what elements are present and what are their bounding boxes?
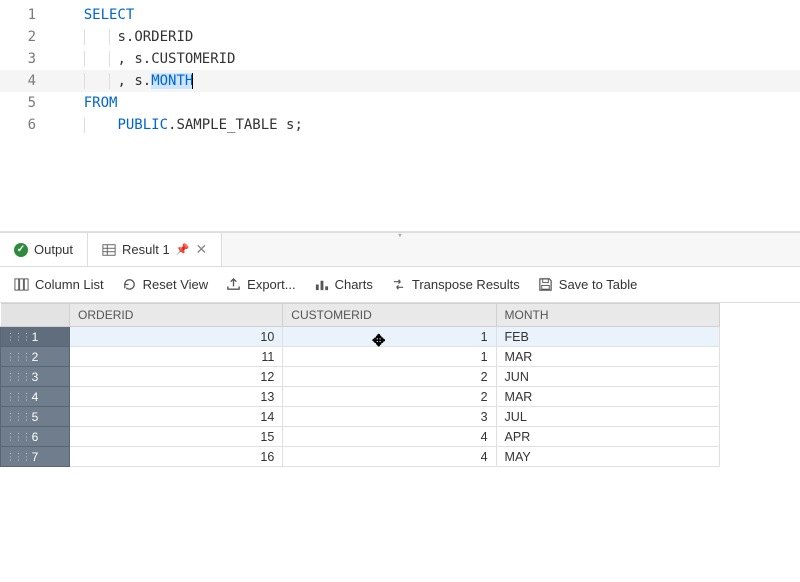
code-content[interactable]: SELECT (50, 4, 800, 26)
charts-button[interactable]: Charts (314, 277, 373, 292)
code-content[interactable]: s.ORDERID (50, 26, 800, 48)
cell-month[interactable]: FEB (496, 327, 719, 347)
cell-month[interactable]: APR (496, 427, 719, 447)
cell-customerid[interactable]: 2 (283, 387, 496, 407)
row-header[interactable]: ⋮⋮⋮6 (1, 427, 70, 447)
table-row[interactable]: ⋮⋮⋮7164MAY (1, 447, 720, 467)
result-grid-wrapper[interactable]: ORDERID CUSTOMERID MONTH ⋮⋮⋮1101FEB⋮⋮⋮21… (0, 303, 800, 582)
column-header-month[interactable]: MONTH (496, 304, 719, 327)
pin-icon[interactable]: 📌 (176, 243, 190, 256)
success-status-icon: ✓ (14, 243, 28, 257)
code-content[interactable]: , s.MONTH (50, 70, 800, 92)
save-to-table-button[interactable]: Save to Table (538, 277, 638, 292)
cell-month[interactable]: MAR (496, 347, 719, 367)
row-header[interactable]: ⋮⋮⋮7 (1, 447, 70, 467)
code-line[interactable]: 4 , s.MONTH (0, 70, 800, 92)
cell-customerid[interactable]: 1 (283, 347, 496, 367)
cell-orderid[interactable]: 16 (70, 447, 283, 467)
cell-month[interactable]: JUN (496, 367, 719, 387)
tab-output[interactable]: ✓ Output (0, 233, 88, 266)
column-list-button[interactable]: Column List (14, 277, 104, 292)
reset-view-button[interactable]: Reset View (122, 277, 209, 292)
cell-orderid[interactable]: 10 (70, 327, 283, 347)
line-number: 6 (0, 114, 50, 136)
sql-editor[interactable]: 1 SELECT2 s.ORDERID3 , s.CUSTOMERID4 , s… (0, 0, 800, 232)
code-content[interactable]: PUBLIC.SAMPLE_TABLE s; (50, 114, 800, 136)
transpose-button[interactable]: Transpose Results (391, 277, 520, 292)
result-grid-icon (102, 243, 116, 257)
cell-month[interactable]: MAR (496, 387, 719, 407)
cell-orderid[interactable]: 11 (70, 347, 283, 367)
column-header-orderid[interactable]: ORDERID (70, 304, 283, 327)
code-line[interactable]: 2 s.ORDERID (0, 26, 800, 48)
table-row[interactable]: ⋮⋮⋮2111MAR (1, 347, 720, 367)
tab-result-1[interactable]: Result 1 📌 ✕ (88, 233, 222, 266)
tab-result-label: Result 1 (122, 242, 170, 257)
line-number: 2 (0, 26, 50, 48)
table-row[interactable]: ⋮⋮⋮5143JUL (1, 407, 720, 427)
line-number: 5 (0, 92, 50, 114)
row-header[interactable]: ⋮⋮⋮1 (1, 327, 70, 347)
result-grid[interactable]: ORDERID CUSTOMERID MONTH ⋮⋮⋮1101FEB⋮⋮⋮21… (0, 303, 720, 467)
table-row[interactable]: ⋮⋮⋮6154APR (1, 427, 720, 447)
column-header-customerid[interactable]: CUSTOMERID (283, 304, 496, 327)
cell-customerid[interactable]: 4 (283, 447, 496, 467)
cell-orderid[interactable]: 15 (70, 427, 283, 447)
code-line[interactable]: 3 , s.CUSTOMERID (0, 48, 800, 70)
cell-orderid[interactable]: 12 (70, 367, 283, 387)
line-number: 1 (0, 4, 50, 26)
table-row[interactable]: ⋮⋮⋮3122JUN (1, 367, 720, 387)
cell-orderid[interactable]: 14 (70, 407, 283, 427)
row-header[interactable]: ⋮⋮⋮4 (1, 387, 70, 407)
code-line[interactable]: 6 PUBLIC.SAMPLE_TABLE s; (0, 114, 800, 136)
cell-customerid[interactable]: 4 (283, 427, 496, 447)
code-content[interactable]: FROM (50, 92, 800, 114)
code-content[interactable]: , s.CUSTOMERID (50, 48, 800, 70)
editor-resize-handle[interactable]: ▾ (0, 225, 800, 231)
row-header[interactable]: ⋮⋮⋮5 (1, 407, 70, 427)
cell-customerid[interactable]: 1 (283, 327, 496, 347)
line-number: 3 (0, 48, 50, 70)
close-icon[interactable]: ✕ (195, 241, 207, 258)
cell-month[interactable]: JUL (496, 407, 719, 427)
export-button[interactable]: Export... (226, 277, 295, 292)
table-row[interactable]: ⋮⋮⋮4132MAR (1, 387, 720, 407)
row-header[interactable]: ⋮⋮⋮2 (1, 347, 70, 367)
grid-corner[interactable] (1, 304, 70, 327)
table-row[interactable]: ⋮⋮⋮1101FEB (1, 327, 720, 347)
tab-output-label: Output (34, 242, 73, 257)
results-toolbar: Column List Reset View Export... Charts … (0, 267, 800, 303)
cell-customerid[interactable]: 2 (283, 367, 496, 387)
cell-customerid[interactable]: 3 (283, 407, 496, 427)
code-line[interactable]: 1 SELECT (0, 4, 800, 26)
line-number: 4 (0, 70, 50, 92)
row-header[interactable]: ⋮⋮⋮3 (1, 367, 70, 387)
code-line[interactable]: 5 FROM (0, 92, 800, 114)
cell-orderid[interactable]: 13 (70, 387, 283, 407)
cell-month[interactable]: MAY (496, 447, 719, 467)
